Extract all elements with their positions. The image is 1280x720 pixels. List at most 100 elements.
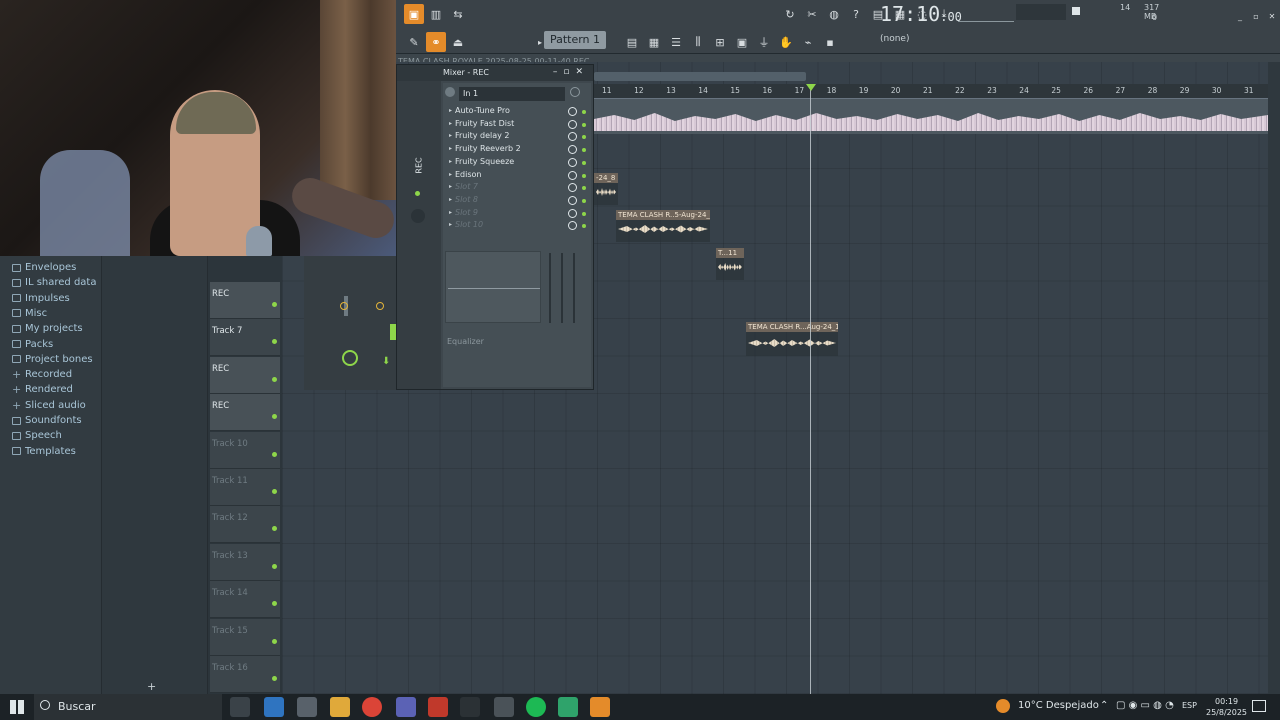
track-mute-led[interactable]	[272, 489, 277, 494]
tempo-tap-icon[interactable]: ▥	[426, 4, 446, 24]
slot-arrow-icon[interactable]: ▸	[449, 158, 452, 165]
plugin-picker-icon[interactable]: ⏚	[754, 32, 774, 52]
audio-clip[interactable]: TEMA CLASH R...Aug-24_12	[746, 322, 838, 356]
microphone-icon[interactable]: ◍	[824, 4, 844, 24]
track-header[interactable]: Track 12	[210, 506, 280, 544]
file-manager-icon[interactable]	[297, 697, 317, 717]
effect-slot[interactable]: ▸ Fruity Fast Dist	[443, 118, 591, 131]
slot-mix-knob-icon[interactable]	[568, 208, 577, 218]
audio-clip[interactable]: T...11	[716, 248, 744, 280]
mixer-icon[interactable]: ⫼	[688, 32, 708, 52]
track-header[interactable]: REC	[210, 394, 280, 432]
loop-icon[interactable]: ⇆	[448, 4, 468, 24]
spotify-icon[interactable]	[526, 697, 546, 717]
slot-enable-led[interactable]	[582, 173, 586, 178]
eq-band-faders[interactable]	[547, 253, 579, 323]
fl-studio-icon[interactable]	[590, 697, 610, 717]
effect-slot[interactable]: ▸ Slot 7	[443, 181, 591, 194]
browser-item[interactable]: Templates	[12, 444, 76, 459]
audio-clip[interactable]: TEMA CLASH R..5-Aug-24_8	[616, 210, 710, 242]
project-icon[interactable]: ▣	[732, 32, 752, 52]
system-tray-icons[interactable]: ▢ ◉ ▭ ◍ ◔	[1116, 700, 1174, 711]
master-volume-slider[interactable]	[958, 6, 1014, 22]
plugin-icon[interactable]: ▦	[890, 4, 910, 24]
language-indicator[interactable]: ESP	[1182, 701, 1197, 710]
slot-arrow-icon[interactable]: ▸	[449, 209, 452, 216]
track-mute-led[interactable]	[272, 563, 277, 569]
tempo-icon[interactable]: ⌁	[798, 32, 818, 52]
slot-enable-led[interactable]	[582, 224, 586, 229]
slot-mix-knob-icon[interactable]	[568, 119, 577, 129]
slot-arrow-icon[interactable]: ▸	[449, 120, 452, 127]
effect-slot[interactable]: ▸ Edison	[443, 169, 591, 182]
pan-knob-icon[interactable]	[340, 302, 348, 310]
track-header[interactable]: Track 11	[210, 469, 280, 506]
taskbar-search[interactable]: Buscar	[34, 694, 222, 720]
track-header[interactable]: Track 14	[210, 581, 280, 619]
slot-enable-led[interactable]	[582, 211, 586, 216]
slot-arrow-icon[interactable]: ▸	[449, 196, 452, 203]
slot-mix-knob-icon[interactable]	[568, 195, 577, 205]
windows-start-icon[interactable]	[10, 700, 24, 714]
slot-arrow-icon[interactable]: ▸	[449, 132, 452, 139]
track-mute-led[interactable]	[272, 302, 277, 307]
slot-enable-led[interactable]	[582, 135, 586, 140]
channel-rack-icon[interactable]: ☰	[666, 32, 686, 52]
capcut-icon[interactable]	[460, 697, 480, 717]
effect-slot[interactable]: ▸ Fruity Reeverb 2	[443, 143, 591, 156]
track-header[interactable]: REC	[210, 282, 280, 319]
slot-enable-led[interactable]	[582, 122, 586, 127]
slot-enable-led[interactable]	[582, 160, 586, 165]
effect-slot[interactable]: ▸ Auto-Tune Pro	[443, 105, 591, 118]
slot-mix-knob-icon[interactable]	[568, 221, 577, 231]
track-mute-led[interactable]	[272, 339, 277, 345]
audio-clip[interactable]: -24_8	[594, 173, 618, 205]
browser-item[interactable]: + Recorded	[12, 367, 72, 382]
undo-icon[interactable]: ↻	[780, 4, 800, 24]
effect-slot[interactable]: ▸ Fruity delay 2	[443, 130, 591, 143]
browser-item[interactable]: Soundfonts	[12, 413, 82, 428]
browser-item[interactable]: My projects	[12, 321, 83, 336]
effect-slot[interactable]: ▸ Slot 10	[443, 219, 591, 232]
link-icon[interactable]: ⚭	[426, 32, 446, 52]
help-icon[interactable]: ?	[846, 4, 866, 24]
browser-item[interactable]: Speech	[12, 428, 62, 443]
effect-slot[interactable]: ▸ Slot 9	[443, 207, 591, 220]
browser-item[interactable]: IL shared data	[12, 275, 96, 290]
weather-text[interactable]: 10°C Despejado	[1018, 700, 1099, 711]
chrome-icon[interactable]	[362, 697, 382, 717]
output-icon[interactable]	[570, 87, 580, 97]
effect-slot[interactable]: ▸ Slot 8	[443, 194, 591, 207]
game-icon[interactable]	[494, 697, 514, 717]
track-header[interactable]: Track 15	[210, 618, 280, 656]
cpu-bit-icon[interactable]: ▣	[404, 4, 424, 24]
eq-graph[interactable]	[445, 251, 541, 323]
playlist-icon[interactable]: ▤	[622, 32, 642, 52]
cut-icon[interactable]: ✂	[802, 4, 822, 24]
track-mute-led[interactable]	[272, 638, 277, 644]
strip-led[interactable]	[415, 191, 420, 196]
browser-item[interactable]: Impulses	[12, 291, 70, 306]
playhead-marker-icon[interactable]	[806, 84, 816, 91]
track-header[interactable]: Track 16	[210, 656, 280, 693]
add-icon[interactable]: +	[147, 680, 156, 693]
folder-icon[interactable]	[330, 697, 350, 717]
arrow-down-icon[interactable]: ⬇	[382, 356, 390, 367]
track-mute-led[interactable]	[272, 601, 277, 607]
browser-item[interactable]: Project bones	[12, 352, 93, 367]
track-header[interactable]: Track 13	[210, 543, 280, 581]
browser-item[interactable]: + Rendered	[12, 382, 73, 397]
track-mute-led[interactable]	[272, 414, 277, 420]
audio-clip-main[interactable]	[594, 98, 1268, 134]
track-mute-led[interactable]	[272, 376, 277, 382]
snap-selector[interactable]: (none)	[880, 34, 909, 44]
draw-icon[interactable]: ✎	[404, 32, 424, 52]
slot-mix-knob-icon[interactable]	[568, 183, 577, 193]
pattern-selector[interactable]: Pattern 1	[544, 31, 606, 49]
pitch-display[interactable]	[1016, 4, 1066, 20]
browser-icon[interactable]: ⊞	[710, 32, 730, 52]
close-window-icon[interactable]: ✕	[1262, 6, 1280, 26]
browser-item[interactable]: Envelopes	[12, 260, 76, 275]
discord-icon[interactable]	[396, 697, 416, 717]
track-mute-led[interactable]	[272, 451, 277, 457]
